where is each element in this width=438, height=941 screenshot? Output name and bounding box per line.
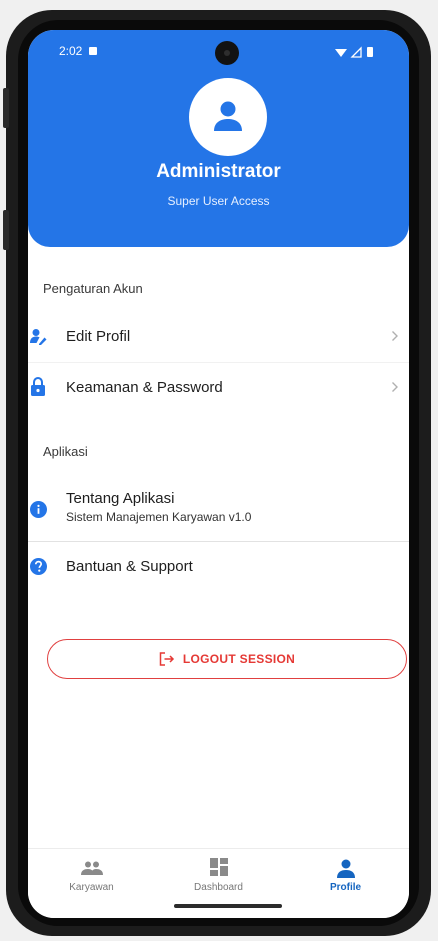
menu-item-about[interactable]: Tentang Aplikasi Sistem Manajemen Karyaw… <box>28 485 409 541</box>
nav-tab-profile[interactable]: Profile <box>282 849 409 901</box>
menu-item-label: Tentang Aplikasi <box>66 490 175 507</box>
logout-label: LOGOUT SESSION <box>182 652 296 666</box>
nav-tab-karyawan[interactable]: Karyawan <box>28 849 155 901</box>
logout-button[interactable]: LOGOUT SESSION <box>47 639 407 679</box>
signal-icon <box>350 46 362 58</box>
dashboard-icon <box>210 858 228 876</box>
chevron-right-icon <box>392 382 398 392</box>
people-icon <box>81 861 103 875</box>
avatar <box>189 78 267 156</box>
nav-label: Karyawan <box>69 882 114 893</box>
profile-header: 2:02 Administrator Super User Access <box>28 30 409 247</box>
menu-item-label: Keamanan & Password <box>66 379 223 396</box>
gesture-bar <box>174 904 282 908</box>
section-title-app: Aplikasi <box>43 444 88 459</box>
person-icon <box>337 859 355 878</box>
app-version-text: Sistem Manajemen Karyawan v1.0 <box>66 510 252 524</box>
wifi-icon <box>335 49 347 57</box>
menu-item-label: Edit Profil <box>66 328 131 345</box>
menu-item-label: Bantuan & Support <box>66 558 193 575</box>
lock-icon <box>31 377 45 396</box>
app-screen: 2:02 Administrator Super User Access Pen… <box>28 30 409 918</box>
profile-role: Super User Access <box>167 194 270 208</box>
section-title-account: Pengaturan Akun <box>43 281 143 296</box>
help-icon <box>30 558 47 575</box>
status-icons <box>335 46 373 58</box>
volume-button <box>3 88 9 128</box>
power-button <box>3 210 9 250</box>
menu-item-edit-profile[interactable]: Edit Profil <box>28 312 409 362</box>
chevron-right-icon <box>392 331 398 341</box>
menu-item-security[interactable]: Keamanan & Password <box>28 363 409 413</box>
notification-icon <box>89 47 97 55</box>
battery-icon <box>367 47 373 57</box>
info-icon <box>30 501 47 518</box>
user-edit-icon <box>30 329 47 345</box>
profile-name: Administrator <box>156 161 281 182</box>
logout-icon <box>159 652 174 666</box>
menu-item-help[interactable]: Bantuan & Support <box>28 542 409 592</box>
device-background: 2:02 Administrator Super User Access Pen… <box>0 0 438 941</box>
camera-cutout <box>215 41 239 65</box>
nav-tab-dashboard[interactable]: Dashboard <box>155 849 282 901</box>
nav-label: Profile <box>329 882 362 893</box>
status-time: 2:02 <box>59 44 83 58</box>
person-icon <box>214 101 242 131</box>
nav-label: Dashboard <box>194 882 243 893</box>
